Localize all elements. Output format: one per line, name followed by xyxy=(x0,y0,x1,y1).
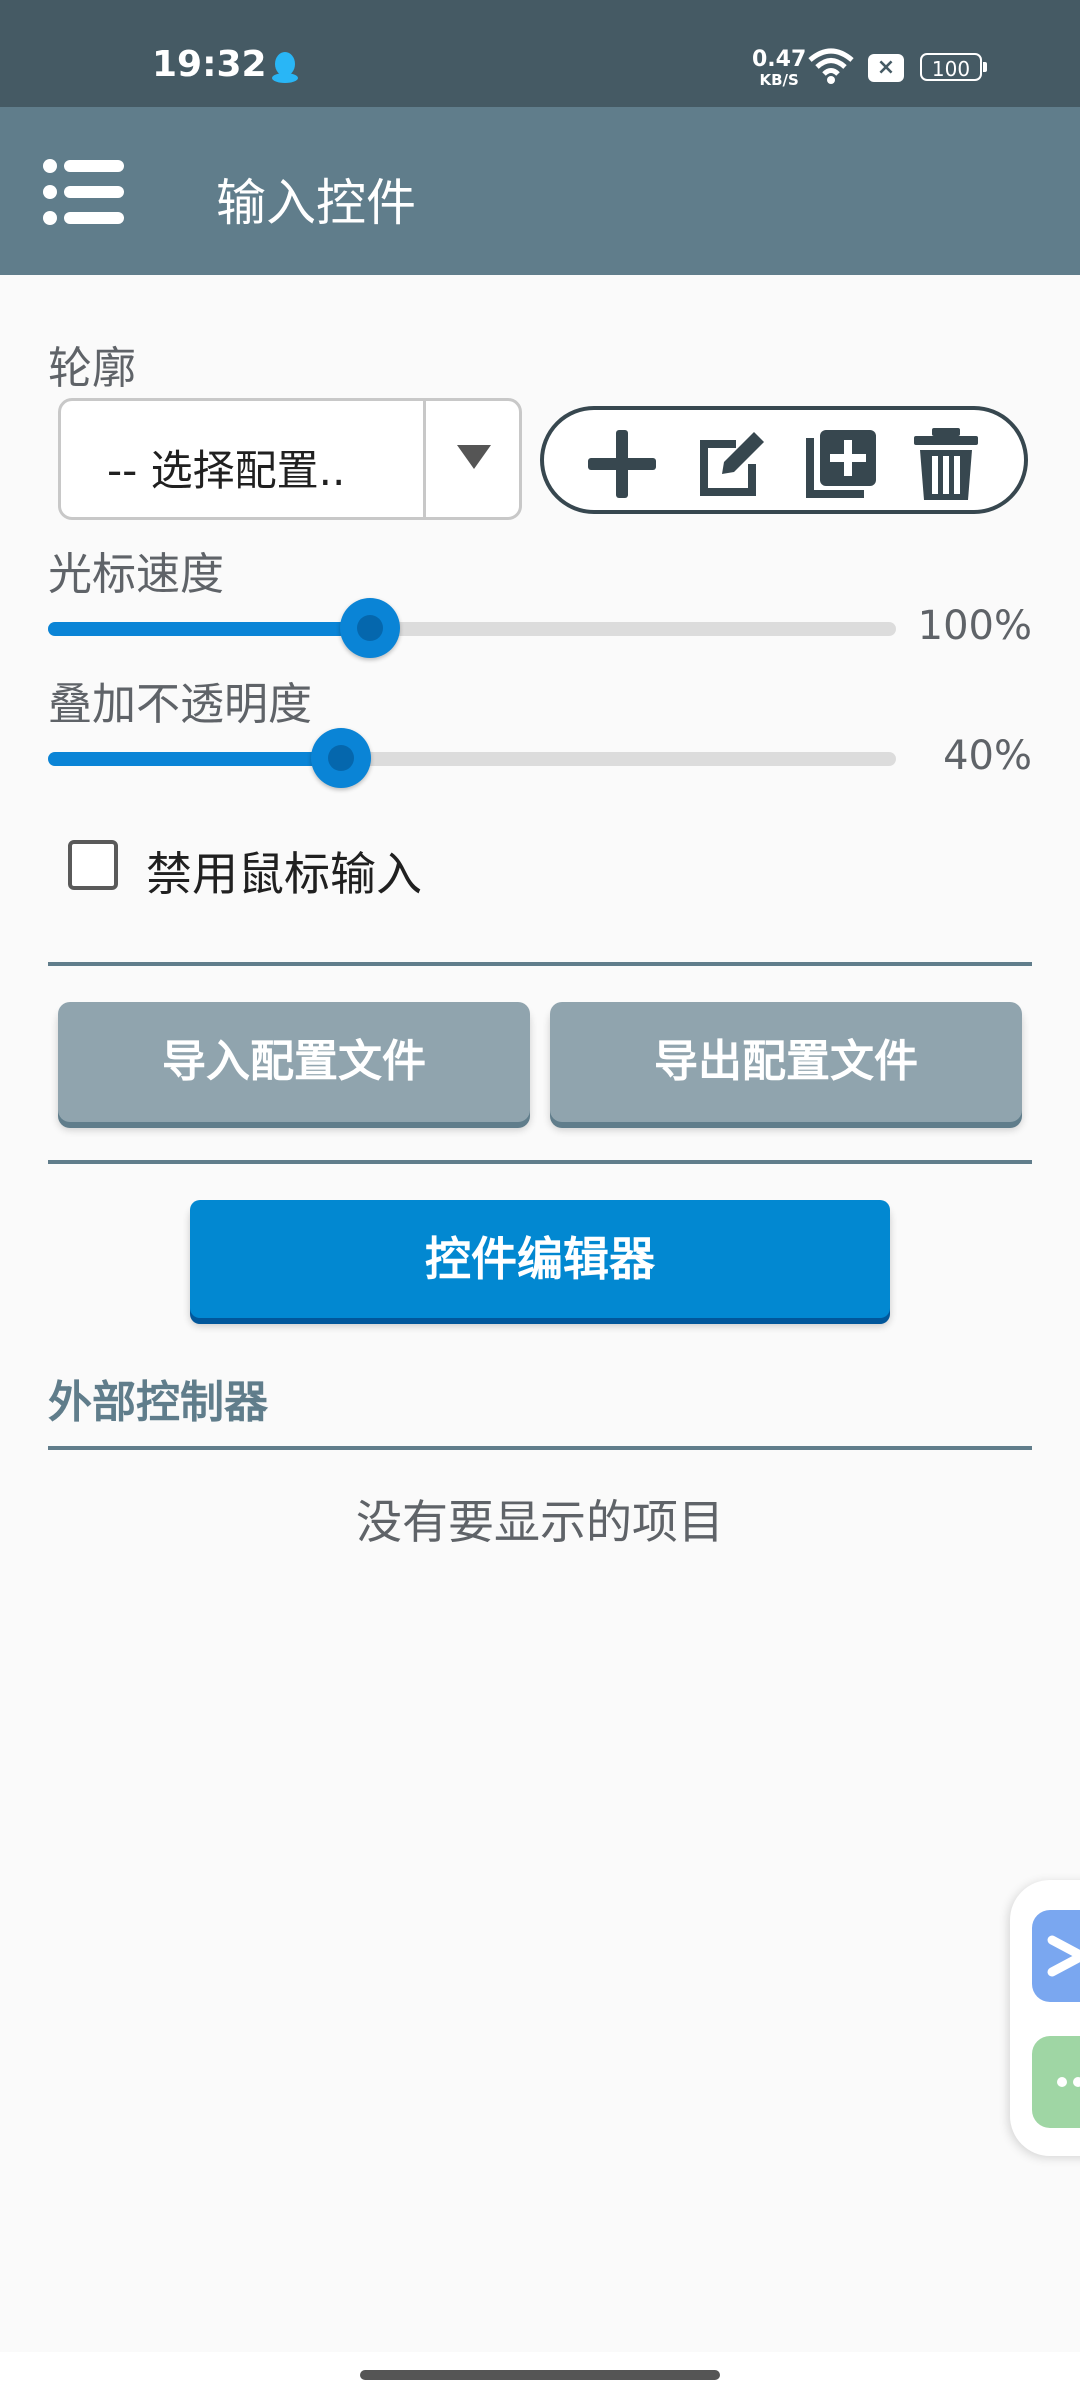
floating-side-panel xyxy=(1010,1880,1080,2156)
external-controllers-label: 外部控制器 xyxy=(48,1377,268,1428)
slider-thumb[interactable] xyxy=(310,728,371,788)
duplicate-icon[interactable] xyxy=(800,424,880,504)
network-speed: 0.47 KB/S xyxy=(752,47,807,90)
divider xyxy=(48,1160,1032,1164)
qq-notification-icon xyxy=(272,52,298,83)
status-bar: 19:32 0.47 KB/S × 100 xyxy=(0,0,1080,107)
slider-thumb[interactable] xyxy=(340,598,401,658)
cursor-speed-label: 光标速度 xyxy=(48,549,224,600)
empty-list-text: 没有要显示的项目 xyxy=(356,1495,724,1549)
navigation-bar xyxy=(0,2352,1080,2400)
overlay-opacity-value: 40% xyxy=(943,733,1032,779)
select-divider xyxy=(423,401,426,517)
close-notification-icon: × xyxy=(868,54,904,82)
overlay-opacity-label: 叠加不透明度 xyxy=(48,679,312,730)
status-time: 19:32 xyxy=(152,44,267,85)
import-profile-button[interactable]: 导入配置文件 xyxy=(58,1002,530,1122)
dropdown-arrow-icon[interactable] xyxy=(457,445,491,469)
disable-mouse-label: 禁用鼠标输入 xyxy=(146,847,422,901)
delete-icon[interactable] xyxy=(906,424,986,504)
floating-tool-button[interactable] xyxy=(1032,1910,1080,2002)
control-editor-button[interactable]: 控件编辑器 xyxy=(190,1200,890,1318)
add-icon[interactable] xyxy=(582,424,662,504)
menu-icon[interactable] xyxy=(42,157,126,227)
floating-more-button[interactable] xyxy=(1032,2036,1080,2128)
edit-icon[interactable] xyxy=(692,424,772,504)
page-title: 输入控件 xyxy=(216,174,416,232)
slider-fill xyxy=(48,622,371,636)
profile-label: 轮廓 xyxy=(48,343,136,394)
more-icon xyxy=(1057,2077,1080,2087)
cursor-speed-value: 100% xyxy=(917,603,1032,649)
home-gesture-handle[interactable] xyxy=(360,2370,720,2380)
battery-icon: 100 xyxy=(920,53,987,81)
divider xyxy=(48,962,1032,966)
tool-icon xyxy=(1047,1935,1080,1977)
network-speed-unit: KB/S xyxy=(759,71,799,89)
app-bar: 输入控件 xyxy=(0,107,1080,275)
profile-selected-value: -- 选择配置.. xyxy=(107,446,346,495)
wifi-icon xyxy=(808,48,854,84)
divider xyxy=(48,1446,1032,1450)
overlay-opacity-slider[interactable] xyxy=(48,728,896,788)
profile-select[interactable]: -- 选择配置.. xyxy=(58,398,522,520)
slider-fill xyxy=(48,752,341,766)
disable-mouse-checkbox[interactable] xyxy=(68,840,118,890)
network-speed-value: 0.47 xyxy=(752,47,807,72)
export-profile-button[interactable]: 导出配置文件 xyxy=(550,1002,1022,1122)
profile-actions xyxy=(540,406,1028,514)
cursor-speed-slider[interactable] xyxy=(48,598,896,658)
